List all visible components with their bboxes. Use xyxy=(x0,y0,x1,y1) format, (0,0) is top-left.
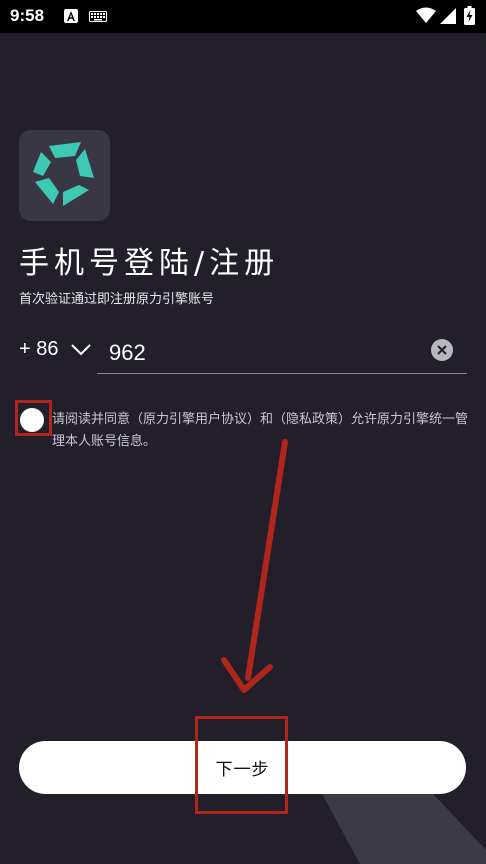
clear-input-button[interactable] xyxy=(431,339,453,361)
phone-number-input[interactable] xyxy=(97,332,467,374)
a-notification-icon xyxy=(64,9,78,23)
status-bar: 9:58 xyxy=(0,0,486,33)
signal-icon xyxy=(440,8,456,24)
country-code-label: + 86 xyxy=(19,338,59,360)
keyboard-icon xyxy=(89,11,107,22)
agreement-text: 请阅读并同意（原力引擎用户协议）和（隐私政策）允许原力引擎统一管理本人账号信息。 xyxy=(52,412,469,449)
watermark-decoration xyxy=(320,780,486,864)
chevron-down-icon xyxy=(71,344,91,356)
status-time: 9:58 xyxy=(10,6,45,25)
agreement-checkbox[interactable] xyxy=(20,408,44,432)
app-logo-icon xyxy=(33,142,94,206)
wifi-icon xyxy=(416,7,436,23)
annotation-highlight-box xyxy=(195,716,288,814)
battery-charging-icon xyxy=(464,6,475,25)
clear-icon xyxy=(437,345,447,355)
page-title: 手机号登陆/注册 xyxy=(19,246,280,281)
app-logo xyxy=(19,130,110,221)
page-subtitle: 首次验证通过即注册原力引擎账号 xyxy=(19,292,215,307)
